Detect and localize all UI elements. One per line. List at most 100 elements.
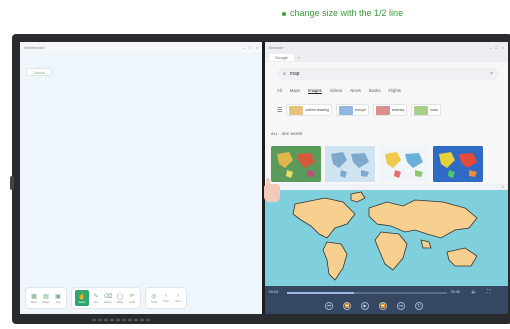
maximize-icon[interactable]: □ [249, 45, 251, 50]
chip-label: europe [354, 108, 366, 112]
prev-page-button[interactable]: ‹ Prev [161, 290, 171, 306]
undo-button[interactable]: ↶ Undo [127, 290, 137, 306]
eraser-label: Eraser [104, 300, 112, 304]
search-bar[interactable]: ⌕ map × [277, 68, 499, 80]
filter-maps[interactable]: Maps [290, 88, 300, 94]
tab-google[interactable]: Google [269, 53, 294, 61]
eraser-button[interactable]: ⌫ Eraser [103, 290, 113, 306]
caption-text: change size with the 1/2 line [290, 8, 404, 18]
chip-label: america [391, 108, 405, 112]
image-results [271, 146, 483, 182]
filter-flights[interactable]: Flights [389, 88, 401, 94]
image-result[interactable] [271, 146, 321, 182]
current-time: 00:18 [269, 290, 278, 294]
browser-pane[interactable]: Browser – □ × Google + ⌕ map × All Maps … [265, 42, 508, 314]
total-time: 00:48 [451, 290, 460, 294]
pen-label: Pen [93, 300, 99, 304]
new-tab-button[interactable]: + [298, 55, 300, 60]
volume-icon[interactable]: 🔉 [471, 289, 477, 295]
filter-news[interactable]: News [350, 88, 360, 94]
toolbar-group-draw: ☝ Select ✎ Pen ⌫ Eraser ◯ Shape ↶ Undo [72, 288, 140, 308]
tools-button[interactable]: ◎ Tools [149, 290, 159, 306]
search-icon: ⌕ [283, 71, 286, 77]
menu-label: Menu [30, 300, 38, 304]
chip-thumbnail [338, 105, 353, 115]
whiteboard-title: Whiteboard [24, 44, 45, 50]
map-thumbnail-icon [433, 146, 483, 182]
close-icon[interactable]: × [256, 45, 258, 50]
minimize-icon[interactable]: – [243, 45, 245, 50]
minimize-icon[interactable]: – [489, 45, 491, 50]
window-controls: – □ × [243, 45, 258, 50]
related-chip[interactable]: america [372, 104, 408, 116]
select-button[interactable]: ☝ Select [75, 290, 89, 306]
menu-icon: ▦ [31, 293, 37, 300]
toolbar-group-nav: ◎ Tools ‹ Prev › Next [146, 288, 186, 308]
related-chip[interactable]: europe [335, 104, 369, 116]
chevron-right-icon: › [177, 293, 179, 299]
pen-icon: ✎ [93, 293, 99, 300]
undo-icon: ↶ [129, 293, 135, 300]
filter-images[interactable]: Images [307, 88, 322, 94]
rewind-icon[interactable]: ⏪ [343, 302, 351, 310]
image-result[interactable] [379, 146, 429, 182]
fast-forward-icon[interactable]: ⏩ [379, 302, 387, 310]
shape-icon: ◯ [116, 293, 124, 300]
pages-button[interactable]: ▤ Pages [41, 290, 51, 306]
select-label: Select [78, 300, 86, 304]
close-icon[interactable]: × [502, 45, 504, 50]
results-section-label: ALL · SEE MORE [271, 131, 303, 136]
filter-books[interactable]: Books [369, 88, 381, 94]
shape-label: Shape [116, 300, 124, 304]
add-page-button[interactable]: ▣ Add [53, 290, 63, 306]
image-result[interactable] [325, 146, 375, 182]
browser-window-controls: – □ × [489, 45, 504, 50]
browser-tab-row: Google + [265, 52, 508, 62]
chip-label: outline drawing [305, 108, 329, 112]
prev-label: Prev [163, 300, 169, 303]
related-chip[interactable]: india [411, 104, 441, 116]
search-query: map [289, 71, 300, 77]
map-thumbnail-icon [271, 146, 321, 182]
pen-button[interactable]: ✎ Pen [91, 290, 101, 306]
browser-titlebar: Browser – □ × [265, 42, 508, 52]
tutorial-chip[interactable]: Tutorial [26, 68, 52, 76]
video-player[interactable] [265, 190, 508, 286]
bullet-icon [282, 11, 286, 16]
skip-back-icon[interactable]: ⏮ [325, 302, 333, 310]
video-progress-bar[interactable] [287, 292, 447, 294]
eraser-icon: ⌫ [103, 293, 113, 300]
bezel-knob [10, 176, 14, 190]
chip-thumbnail [414, 105, 429, 115]
fullscreen-icon[interactable]: ⛶ [487, 289, 491, 295]
hand-gesture-icon [264, 178, 280, 202]
add-page-label: Add [55, 300, 61, 304]
whiteboard-pane[interactable]: Whiteboard – □ × Tutorial ▦ Menu ▤ Pages ▣… [20, 42, 262, 314]
pointer-icon: ☝ [78, 293, 86, 300]
skip-forward-icon[interactable]: ⏭ [397, 302, 405, 310]
chip-label: india [430, 108, 438, 112]
replay-icon[interactable]: ↻ [415, 302, 423, 310]
filter-videos[interactable]: Videos [330, 88, 343, 94]
search-filters: All Maps Images Videos News Books Flight… [277, 88, 401, 94]
shape-button[interactable]: ◯ Shape [115, 290, 125, 306]
related-chip[interactable]: outline drawing [286, 104, 332, 116]
filter-settings-icon[interactable]: ☰ [277, 107, 282, 114]
chip-thumbnail [289, 105, 304, 115]
video-controls: 00:18 00:48 🔉 ⛶ ⏮ ⏪ ▶ ⏩ ⏭ ↻ [265, 286, 508, 314]
play-icon[interactable]: ▶ [361, 302, 369, 310]
player-close-icon[interactable]: × [502, 184, 504, 189]
maximize-icon[interactable]: □ [495, 45, 497, 50]
world-map-icon [292, 191, 478, 281]
image-result[interactable] [433, 146, 483, 182]
clear-search-icon[interactable]: × [490, 71, 493, 77]
filter-all[interactable]: All [277, 88, 282, 94]
whiteboard-toolbar: ▦ Menu ▤ Pages ▣ Add ☝ Select ✎ Pen ⌫ Eraser ◯… [26, 288, 256, 308]
next-page-button[interactable]: › Next [173, 290, 183, 306]
map-thumbnail-icon [325, 146, 375, 182]
chip-thumbnail [375, 105, 390, 115]
caption: change size with the 1/2 line [282, 8, 403, 18]
tools-icon: ◎ [151, 293, 157, 300]
menu-button[interactable]: ▦ Menu [29, 290, 39, 306]
map-thumbnail-icon [379, 146, 429, 182]
